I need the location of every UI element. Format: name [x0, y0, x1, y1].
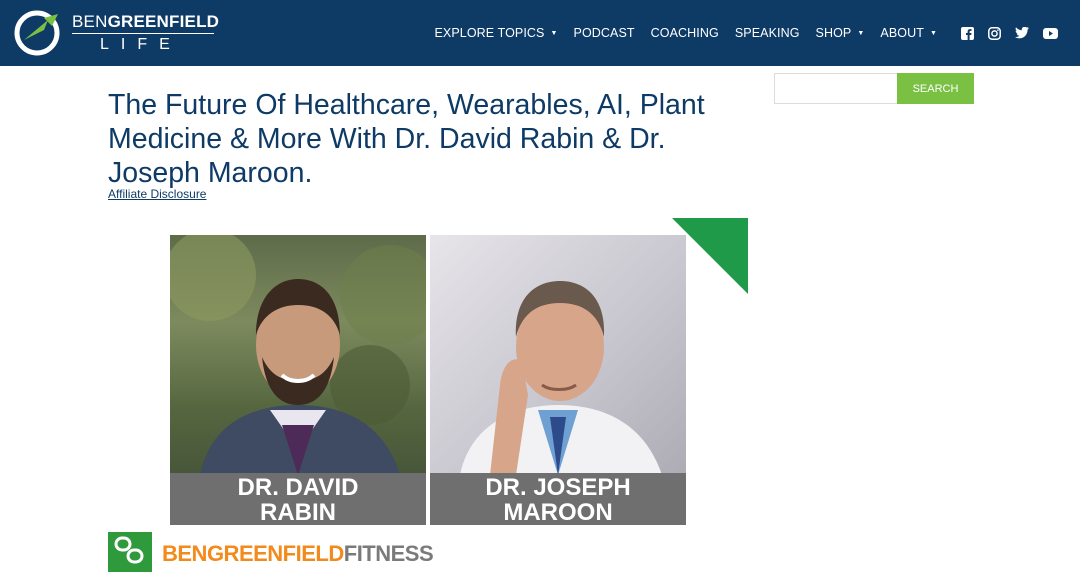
logo-wordmark: BENGREENFIELD	[72, 12, 219, 32]
green-corner-triangle	[672, 218, 748, 294]
instagram-icon[interactable]	[988, 26, 1001, 40]
nav-label: SHOP	[815, 26, 852, 40]
site-header: BENGREENFIELD LIFE EXPLORE TOPICS ▼ PODCA…	[0, 0, 1080, 66]
nav-about[interactable]: ABOUT ▼	[880, 26, 937, 40]
nav-label: COACHING	[650, 26, 719, 40]
bgf-word-bengreenfield: BENGREENFIELD	[162, 541, 344, 566]
name-plate-left: DR. DAVID RABIN	[170, 473, 426, 525]
search-input[interactable]	[774, 73, 898, 104]
name-line: DR. DAVID	[237, 474, 359, 501]
logo-swoosh-icon	[14, 10, 60, 56]
ben-greenfield-life-logo[interactable]: BENGREENFIELD LIFE	[14, 8, 224, 58]
page-title: The Future Of Healthcare, Wearables, AI,…	[108, 89, 705, 189]
social-links	[947, 26, 1058, 40]
logo-word-ben: BEN	[72, 12, 108, 31]
chevron-down-icon: ▼	[929, 29, 937, 37]
featured-image: DR. DAVID RABIN DR. JOSEPH MAROON	[170, 218, 748, 528]
nav-explore-topics[interactable]: EXPLORE TOPICS ▼	[434, 26, 557, 40]
search-button[interactable]: SEARCH	[897, 73, 974, 104]
nav-speaking[interactable]: SPEAKING	[735, 26, 800, 40]
nav-shop[interactable]: SHOP ▼	[816, 26, 865, 40]
david-rabin-photo: DR. DAVID RABIN	[170, 235, 426, 525]
name-line: MAROON	[503, 499, 613, 525]
name-line: DR. JOSEPH	[485, 474, 631, 501]
facebook-icon[interactable]	[961, 26, 974, 40]
nav-coaching[interactable]: COACHING	[651, 26, 719, 40]
portrait-illustration	[460, 281, 662, 475]
ben-greenfield-fitness-logo: BENGREENFIELDFITNESS	[108, 532, 434, 572]
logo-divider	[72, 33, 214, 34]
name-line: RABIN	[260, 499, 336, 525]
nav-label: EXPLORE TOPICS	[434, 26, 545, 40]
bgf-wordmark: BENGREENFIELDFITNESS	[162, 541, 434, 567]
affiliate-disclosure-link[interactable]: Affiliate Disclosure	[108, 187, 206, 201]
chevron-down-icon: ▼	[550, 29, 558, 37]
nav-label: SPEAKING	[734, 26, 800, 40]
portrait-illustration	[170, 235, 426, 475]
main-nav: EXPLORE TOPICS ▼ PODCAST COACHING SPEAKIN…	[418, 0, 1058, 66]
bgf-word-fitness: FITNESS	[343, 541, 434, 566]
twitter-icon[interactable]	[1015, 27, 1029, 39]
logo-word-greenfield: GREENFIELD	[107, 12, 220, 31]
bgf-monogram-icon	[108, 532, 152, 572]
nav-label: PODCAST	[573, 26, 635, 40]
nav-podcast[interactable]: PODCAST	[574, 26, 635, 40]
nav-label: ABOUT	[880, 26, 924, 40]
joseph-maroon-photo: DR. JOSEPH MAROON	[430, 235, 686, 525]
youtube-icon[interactable]	[1043, 27, 1058, 39]
name-plate-right: DR. JOSEPH MAROON	[430, 473, 686, 525]
chevron-down-icon: ▼	[857, 29, 865, 37]
logo-word-life: LIFE	[100, 36, 182, 53]
